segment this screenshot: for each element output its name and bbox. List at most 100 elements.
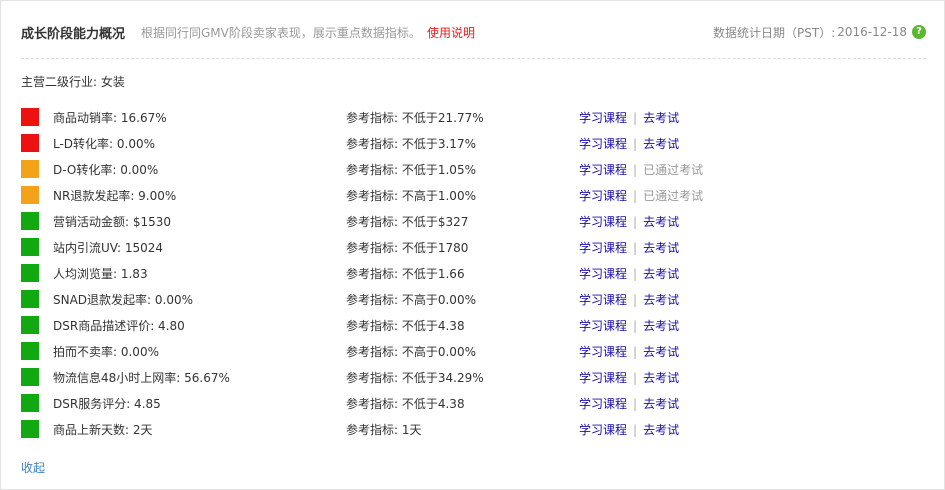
take-exam-link[interactable]: 去考试 xyxy=(643,267,679,281)
metric-value: 营销活动金额: $1530 xyxy=(53,215,172,229)
take-exam-link[interactable]: 去考试 xyxy=(643,371,679,385)
main-industry: 主营二级行业: 女装 xyxy=(21,75,125,89)
action-separator: | xyxy=(633,189,638,203)
study-course-link[interactable]: 学习课程 xyxy=(579,241,627,255)
metric-row: SNAD退款发起率: 0.00% 参考指标: 不高于0.00% 学习课程 | 去考试 xyxy=(21,286,921,312)
metric-value: NR退款发起率: 9.00% xyxy=(53,189,177,203)
study-course-link[interactable]: 学习课程 xyxy=(579,163,627,177)
stats-date-label: 数据统计日期（PST）: xyxy=(713,25,836,40)
row-actions: 学习课程 | 去考试 xyxy=(579,265,679,282)
exam-passed-label: 已通过考试 xyxy=(643,163,704,177)
reference-target: 参考指标: 不低于1.05% xyxy=(346,163,476,177)
action-separator: | xyxy=(633,241,638,255)
action-separator: | xyxy=(633,397,638,411)
study-course-link[interactable]: 学习课程 xyxy=(579,423,627,437)
row-actions: 学习课程 | 去考试 xyxy=(579,421,679,438)
usage-help-link[interactable]: 使用说明 xyxy=(427,24,475,41)
metric-row: 营销活动金额: $1530 参考指标: 不低于$327 学习课程 | 去考试 xyxy=(21,208,921,234)
take-exam-link[interactable]: 去考试 xyxy=(643,345,679,359)
reference-target: 参考指标: 不低于1780 xyxy=(346,241,469,255)
metric-row: 拍而不卖率: 0.00% 参考指标: 不高于0.00% 学习课程 | 去考试 xyxy=(21,338,921,364)
question-mark-icon[interactable]: ? xyxy=(912,25,926,39)
metric-row: 商品动销率: 16.67% 参考指标: 不低于21.77% 学习课程 | 去考试 xyxy=(21,104,921,130)
study-course-link[interactable]: 学习课程 xyxy=(579,371,627,385)
study-course-link[interactable]: 学习课程 xyxy=(579,111,627,125)
study-course-link[interactable]: 学习课程 xyxy=(579,137,627,151)
metric-value: 拍而不卖率: 0.00% xyxy=(53,345,159,359)
metric-row: 商品上新天数: 2天 参考指标: 1天 学习课程 | 去考试 xyxy=(21,416,921,442)
stats-date: 数据统计日期（PST）: 2016-12-18 ? xyxy=(713,23,926,41)
metric-row: 物流信息48小时上网率: 56.67% 参考指标: 不低于34.29% 学习课程 | 去… xyxy=(21,364,921,390)
study-course-link[interactable]: 学习课程 xyxy=(579,319,627,333)
take-exam-link[interactable]: 去考试 xyxy=(643,319,679,333)
status-indicator-green xyxy=(21,342,39,360)
study-course-link[interactable]: 学习课程 xyxy=(579,345,627,359)
status-indicator-green xyxy=(21,212,39,230)
study-course-link[interactable]: 学习课程 xyxy=(579,189,627,203)
reference-target: 参考指标: 不高于0.00% xyxy=(346,293,476,307)
panel-header: 成长阶段能力概况 根据同行同GMV阶段卖家表现，展示重点数据指标。 使用说明 数… xyxy=(21,23,926,43)
row-actions: 学习课程 | 已通过考试 xyxy=(579,161,703,178)
row-actions: 学习课程 | 去考试 xyxy=(579,343,679,360)
metric-value: DSR商品描述评价: 4.80 xyxy=(53,319,185,333)
row-actions: 学习课程 | 去考试 xyxy=(579,369,679,386)
reference-target: 参考指标: 不低于4.38 xyxy=(346,319,465,333)
study-course-link[interactable]: 学习课程 xyxy=(579,397,627,411)
reference-target: 参考指标: 不低于$327 xyxy=(346,215,469,229)
stats-date-value: 2016-12-18 xyxy=(837,25,907,39)
take-exam-link[interactable]: 去考试 xyxy=(643,111,679,125)
metric-row: 人均浏览量: 1.83 参考指标: 不低于1.66 学习课程 | 去考试 xyxy=(21,260,921,286)
metric-value: SNAD退款发起率: 0.00% xyxy=(53,293,194,307)
action-separator: | xyxy=(633,371,638,385)
row-actions: 学习课程 | 去考试 xyxy=(579,395,679,412)
take-exam-link[interactable]: 去考试 xyxy=(643,293,679,307)
metric-value: DSR服务评分: 4.85 xyxy=(53,397,161,411)
metric-row: DSR服务评分: 4.85 参考指标: 不低于4.38 学习课程 | 去考试 xyxy=(21,390,921,416)
take-exam-link[interactable]: 去考试 xyxy=(643,241,679,255)
row-actions: 学习课程 | 去考试 xyxy=(579,213,679,230)
metric-value: 站内引流UV: 15024 xyxy=(53,241,164,255)
row-actions: 学习课程 | 去考试 xyxy=(579,135,679,152)
growth-stage-panel: 成长阶段能力概况 根据同行同GMV阶段卖家表现，展示重点数据指标。 使用说明 数… xyxy=(0,0,945,490)
metric-value: 人均浏览量: 1.83 xyxy=(53,267,148,281)
action-separator: | xyxy=(633,423,638,437)
take-exam-link[interactable]: 去考试 xyxy=(643,137,679,151)
status-indicator-green xyxy=(21,420,39,438)
action-separator: | xyxy=(633,111,638,125)
row-actions: 学习课程 | 去考试 xyxy=(579,317,679,334)
status-indicator-green xyxy=(21,394,39,412)
row-actions: 学习课程 | 去考试 xyxy=(579,291,679,308)
metric-row: L-D转化率: 0.00% 参考指标: 不低于3.17% 学习课程 | 去考试 xyxy=(21,130,921,156)
exam-passed-label: 已通过考试 xyxy=(643,189,704,203)
collapse-link[interactable]: 收起 xyxy=(21,459,45,476)
status-indicator-green xyxy=(21,238,39,256)
action-separator: | xyxy=(633,163,638,177)
status-indicator-red xyxy=(21,108,39,126)
page-title: 成长阶段能力概况 xyxy=(21,27,126,42)
study-course-link[interactable]: 学习课程 xyxy=(579,293,627,307)
metric-value: 商品动销率: 16.67% xyxy=(53,111,167,125)
reference-target: 参考指标: 不低于4.38 xyxy=(346,397,465,411)
take-exam-link[interactable]: 去考试 xyxy=(643,423,679,437)
study-course-link[interactable]: 学习课程 xyxy=(579,215,627,229)
reference-target: 参考指标: 不高于1.00% xyxy=(346,189,476,203)
take-exam-link[interactable]: 去考试 xyxy=(643,215,679,229)
status-indicator-orange xyxy=(21,160,39,178)
metric-value: L-D转化率: 0.00% xyxy=(53,137,156,151)
metric-value: D-O转化率: 0.00% xyxy=(53,163,159,177)
reference-target: 参考指标: 不低于21.77% xyxy=(346,111,484,125)
status-indicator-green xyxy=(21,290,39,308)
row-actions: 学习课程 | 已通过考试 xyxy=(579,187,703,204)
metric-row: DSR商品描述评价: 4.80 参考指标: 不低于4.38 学习课程 | 去考试 xyxy=(21,312,921,338)
take-exam-link[interactable]: 去考试 xyxy=(643,397,679,411)
row-actions: 学习课程 | 去考试 xyxy=(579,109,679,126)
row-actions: 学习课程 | 去考试 xyxy=(579,239,679,256)
reference-target: 参考指标: 不高于0.00% xyxy=(346,345,476,359)
metric-value: 商品上新天数: 2天 xyxy=(53,423,153,437)
study-course-link[interactable]: 学习课程 xyxy=(579,267,627,281)
status-indicator-green xyxy=(21,264,39,282)
action-separator: | xyxy=(633,345,638,359)
metrics-list: 商品动销率: 16.67% 参考指标: 不低于21.77% 学习课程 | 去考试 L-D转… xyxy=(21,104,921,442)
action-separator: | xyxy=(633,293,638,307)
reference-target: 参考指标: 不低于1.66 xyxy=(346,267,465,281)
